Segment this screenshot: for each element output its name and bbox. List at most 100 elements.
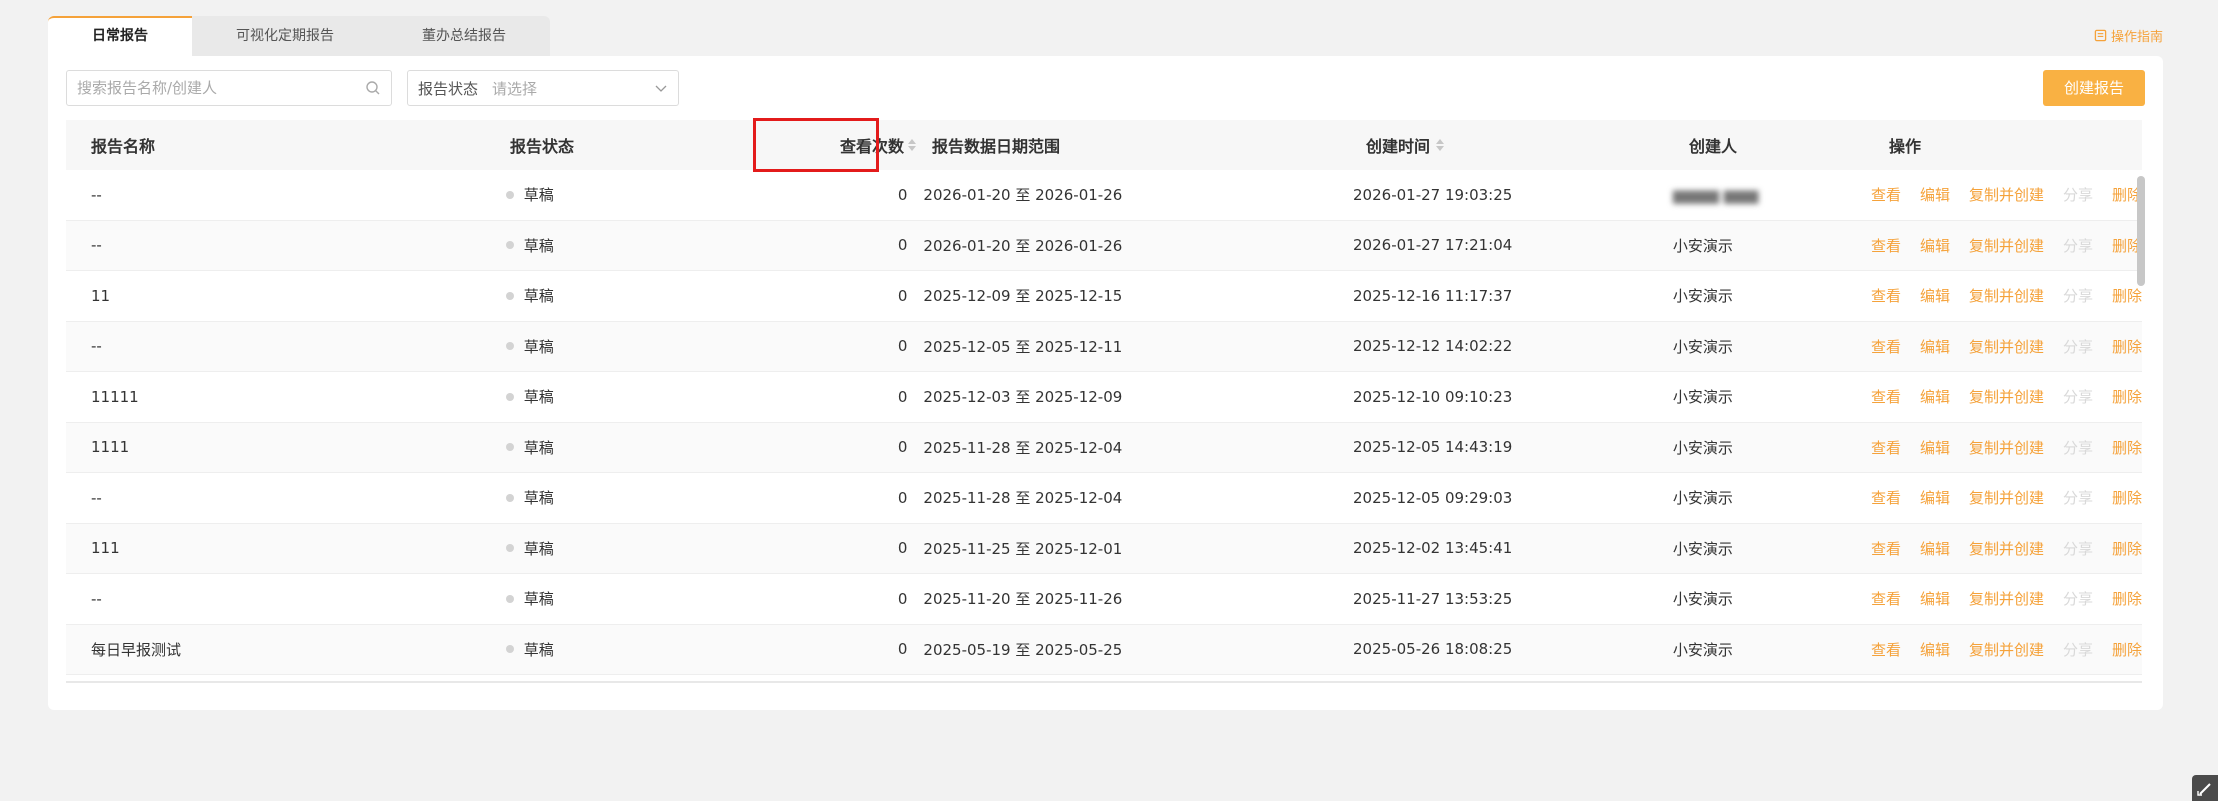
cell-creator: 小安演示 — [1672, 236, 1733, 255]
search-box — [66, 70, 392, 106]
view-link[interactable]: 查看 — [1871, 285, 1901, 306]
share-link: 分享 — [2062, 337, 2093, 356]
edit-link[interactable]: 编辑 — [1920, 437, 1950, 458]
view-link[interactable]: 查看 — [1871, 588, 1901, 609]
edit-link[interactable]: 编辑 — [1920, 235, 1950, 256]
view-link[interactable]: 查看 — [1871, 386, 1901, 407]
edit-link[interactable]: 编辑 — [1920, 184, 1950, 205]
create-report-button[interactable]: 创建报告 — [2043, 70, 2145, 106]
cell-creator: 小安演示 — [1672, 388, 1733, 407]
cell-created-time: 2025-11-27 13:53:25 — [1353, 589, 1513, 608]
cell-operations: 查看 编辑 复制并创建 分享 删除 — [1846, 588, 2142, 609]
edit-link[interactable]: 编辑 — [1920, 639, 1950, 660]
cell-operations: 查看 编辑 复制并创建 分享 删除 — [1846, 538, 2142, 559]
cell-view-count: 0 — [897, 488, 908, 507]
cell-operations: 查看 编辑 复制并创建 分享 删除 — [1846, 437, 2142, 458]
header-created-time-label: 创建时间 — [1366, 137, 1431, 156]
sort-icon[interactable] — [908, 139, 916, 151]
tab-daily-report[interactable]: 日常报告 — [48, 16, 192, 57]
cell-created-time: 2026-01-27 19:03:25 — [1353, 185, 1513, 204]
copy-link[interactable]: 复制并创建 — [1969, 235, 2044, 256]
status-dot — [505, 544, 514, 553]
edit-link[interactable]: 编辑 — [1920, 336, 1950, 357]
search-input[interactable] — [77, 79, 365, 97]
share-link: 分享 — [2062, 287, 2093, 306]
search-icon[interactable] — [365, 80, 381, 96]
cell-date-range: 2025-11-28 至 2025-12-04 — [923, 438, 1123, 457]
cell-creator: ▆▆▆▆ ▆▆▆ — [1648, 186, 1846, 204]
status-text: 草稿 — [523, 337, 554, 356]
status-text: 草稿 — [523, 388, 554, 407]
book-icon — [2094, 29, 2107, 42]
cell-date-range: 2025-11-25 至 2025-12-01 — [923, 539, 1123, 558]
status-text: 草稿 — [523, 438, 554, 457]
share-link: 分享 — [2062, 640, 2093, 659]
cell-report-status: 草稿 — [481, 588, 756, 609]
header-created-time[interactable]: 创建时间 — [1341, 133, 1664, 157]
operation-guide-link[interactable]: 操作指南 — [2094, 26, 2163, 45]
corner-tool-button[interactable] — [2192, 775, 2218, 801]
share-link: 分享 — [2062, 186, 2093, 205]
tab-board-summary-report[interactable]: 董办总结报告 — [378, 16, 550, 57]
cell-report-status: 草稿 — [481, 184, 756, 205]
cell-view-count: 0 — [897, 286, 908, 305]
header-report-status: 报告状态 — [510, 137, 575, 156]
copy-link[interactable]: 复制并创建 — [1969, 336, 2044, 357]
cell-date-range: 2026-01-20 至 2026-01-26 — [923, 186, 1123, 205]
cell-creator: 小安演示 — [1672, 489, 1733, 508]
cell-created-time: 2025-05-26 18:08:25 — [1353, 640, 1513, 659]
status-dot — [505, 342, 514, 351]
status-dot — [505, 594, 514, 603]
view-link[interactable]: 查看 — [1871, 487, 1901, 508]
table-row: -- 草稿 0 2026-01-20 至 2026-01-26 2026-01-27 1… — [66, 170, 2142, 221]
report-panel: 报告状态 请选择 创建报告 报告名称 报告状态 查看次数 报告数据日期范围 创建… — [48, 56, 2163, 710]
cell-report-name: 每日早报测试 — [91, 640, 182, 659]
sort-icon[interactable] — [1436, 139, 1445, 151]
copy-link[interactable]: 复制并创建 — [1969, 437, 2044, 458]
edit-link[interactable]: 编辑 — [1920, 487, 1950, 508]
status-filter-label: 报告状态 — [418, 79, 479, 98]
copy-link[interactable]: 复制并创建 — [1969, 538, 2044, 559]
edit-link[interactable]: 编辑 — [1920, 285, 1950, 306]
cell-report-status: 草稿 — [481, 235, 756, 256]
tab-visual-periodic-report[interactable]: 可视化定期报告 — [192, 16, 378, 57]
table-scrollbar[interactable] — [2137, 170, 2145, 678]
report-status-select[interactable]: 报告状态 请选择 — [407, 70, 679, 106]
view-link[interactable]: 查看 — [1871, 639, 1901, 660]
edit-link[interactable]: 编辑 — [1920, 386, 1950, 407]
view-link[interactable]: 查看 — [1871, 538, 1901, 559]
copy-link[interactable]: 复制并创建 — [1969, 184, 2044, 205]
status-text: 草稿 — [523, 640, 554, 659]
table-header: 报告名称 报告状态 查看次数 报告数据日期范围 创建时间 创建人 操作 — [66, 120, 2142, 170]
status-text: 草稿 — [523, 539, 554, 558]
header-view-count[interactable]: 查看次数 — [763, 133, 916, 157]
table-row: 每日早报测试 草稿 0 2025-05-19 至 2025-05-25 2025-05-… — [66, 624, 2142, 675]
cell-report-status: 草稿 — [481, 538, 756, 559]
status-text: 草稿 — [523, 186, 554, 205]
operation-guide-label: 操作指南 — [2110, 30, 2163, 45]
cell-date-range: 2025-12-09 至 2025-12-15 — [923, 287, 1123, 306]
view-link[interactable]: 查看 — [1871, 437, 1901, 458]
edit-link[interactable]: 编辑 — [1920, 588, 1950, 609]
copy-link[interactable]: 复制并创建 — [1969, 588, 2044, 609]
copy-link[interactable]: 复制并创建 — [1969, 639, 2044, 660]
status-filter-placeholder: 请选择 — [492, 79, 538, 98]
share-link: 分享 — [2062, 590, 2093, 609]
report-tabs: 日常报告 可视化定期报告 董办总结报告 — [48, 16, 550, 57]
view-link[interactable]: 查看 — [1871, 235, 1901, 256]
cell-view-count: 0 — [897, 337, 908, 356]
copy-link[interactable]: 复制并创建 — [1969, 285, 2044, 306]
cell-operations: 查看 编辑 复制并创建 分享 删除 — [1846, 184, 2142, 205]
scrollbar-thumb[interactable] — [2137, 176, 2145, 286]
header-date-range: 报告数据日期范围 — [932, 137, 1061, 156]
edit-link[interactable]: 编辑 — [1920, 538, 1950, 559]
table-bottom-divider — [66, 681, 2142, 683]
copy-link[interactable]: 复制并创建 — [1969, 386, 2044, 407]
view-link[interactable]: 查看 — [1871, 336, 1901, 357]
copy-link[interactable]: 复制并创建 — [1969, 487, 2044, 508]
view-link[interactable]: 查看 — [1871, 184, 1901, 205]
cell-created-time: 2026-01-27 17:21:04 — [1353, 236, 1513, 255]
header-report-name: 报告名称 — [91, 137, 156, 156]
cell-creator: 小安演示 — [1672, 337, 1733, 356]
cell-created-time: 2025-12-05 09:29:03 — [1353, 488, 1513, 507]
